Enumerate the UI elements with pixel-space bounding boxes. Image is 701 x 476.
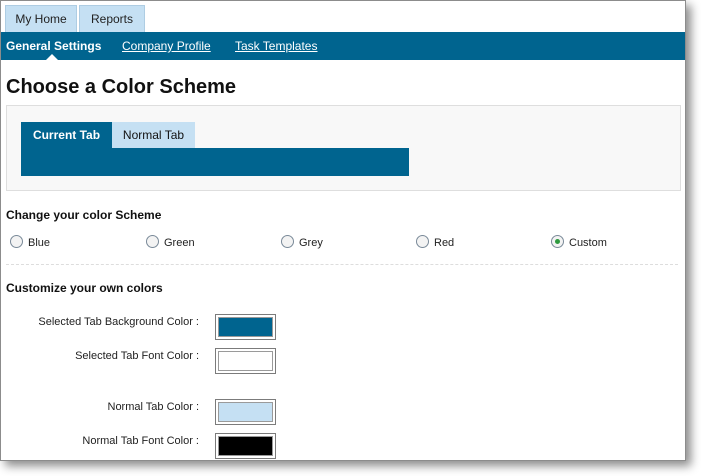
sub-navigation: General Settings Company Profile Task Te… (1, 32, 685, 60)
normal-tab-font-color-picker[interactable] (215, 433, 276, 459)
color-swatch (218, 436, 273, 456)
radio-button-icon[interactable] (416, 235, 429, 248)
color-swatch (218, 317, 273, 337)
preview-normal-tab: Normal Tab (112, 122, 195, 148)
customize-colors-heading: Customize your own colors (6, 281, 163, 295)
radio-button-icon[interactable] (10, 235, 23, 248)
radio-label: Custom (569, 237, 607, 249)
color-field-label: Selected Tab Background Color : (38, 316, 199, 328)
radio-button-checked-icon[interactable] (551, 235, 564, 248)
active-pointer-indicator (46, 54, 58, 60)
radio-label: Green (164, 237, 195, 249)
section-divider (6, 264, 678, 265)
tab-my-home[interactable]: My Home (5, 5, 77, 32)
normal-tab-color-picker[interactable] (215, 399, 276, 425)
preview-current-tab: Current Tab (21, 122, 112, 148)
radio-button-icon[interactable] (146, 235, 159, 248)
color-field-label: Selected Tab Font Color : (75, 350, 199, 362)
radio-label: Grey (299, 237, 323, 249)
selected-tab-font-color-picker[interactable] (215, 348, 276, 374)
selected-tab-bg-color-picker[interactable] (215, 314, 276, 340)
color-field-label: Normal Tab Font Color : (82, 435, 199, 447)
page-title: Choose a Color Scheme (6, 76, 237, 98)
color-scheme-preview: Current Tab Normal Tab (6, 105, 681, 191)
color-swatch (218, 351, 273, 371)
radio-label: Blue (28, 237, 51, 249)
radio-label: Red (434, 237, 455, 249)
subnav-company-profile-link[interactable]: Company Profile (122, 32, 211, 60)
radio-button-icon[interactable] (281, 235, 294, 248)
subnav-task-templates-link[interactable]: Task Templates (235, 32, 317, 60)
top-tab-bar: My Home Reports (1, 1, 685, 32)
color-swatch (218, 402, 273, 422)
tab-reports[interactable]: Reports (79, 5, 145, 32)
settings-window: My Home Reports General Settings Company… (0, 0, 686, 461)
preview-tab-bar (21, 148, 409, 176)
color-field-label: Normal Tab Color : (107, 401, 200, 413)
color-scheme-heading: Change your color Scheme (6, 208, 162, 222)
